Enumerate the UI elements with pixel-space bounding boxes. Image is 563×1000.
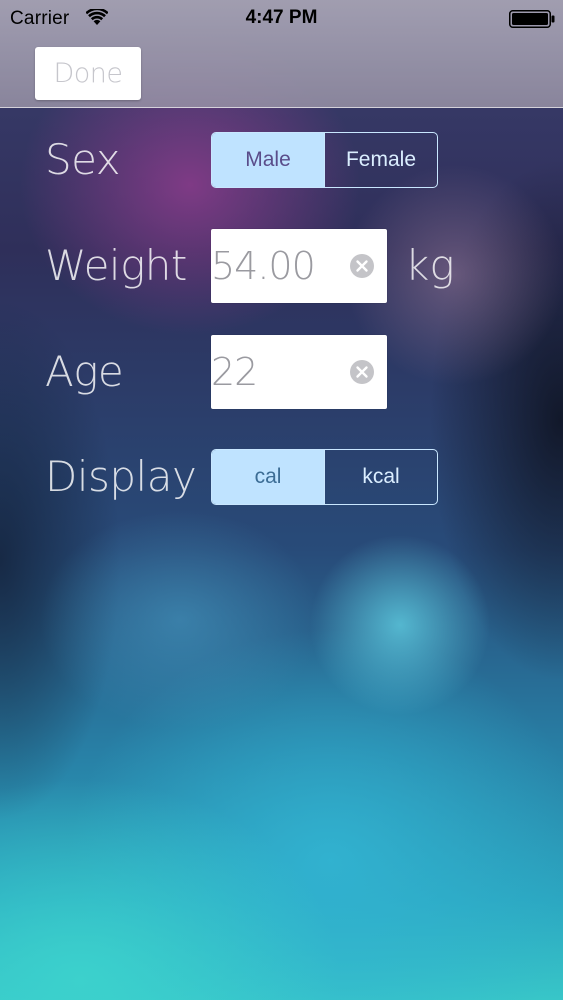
weight-field[interactable]: 54.00 (211, 229, 387, 303)
age-value: 22 (211, 350, 258, 394)
display-option-kcal[interactable]: kcal (324, 450, 437, 504)
battery-icon (509, 10, 555, 28)
display-label: Display (45, 452, 197, 501)
sex-segmented-control: Male Female (211, 132, 438, 188)
status-bar: Carrier 4:47 PM (0, 0, 563, 38)
clear-icon[interactable] (350, 360, 374, 384)
age-label: Age (45, 347, 124, 396)
sex-option-female[interactable]: Female (324, 133, 437, 187)
weight-value: 54.00 (211, 244, 316, 288)
sex-label: Sex (45, 135, 121, 184)
weight-unit-label: kg (405, 241, 455, 290)
clear-icon[interactable] (350, 254, 374, 278)
sex-option-male[interactable]: Male (212, 133, 324, 187)
done-button[interactable]: Done (35, 47, 141, 100)
display-segmented-control: cal kcal (211, 449, 438, 505)
age-field[interactable]: 22 (211, 335, 387, 409)
navigation-bar: Carrier 4:47 PM Done (0, 0, 563, 108)
weight-label: Weight (45, 241, 187, 290)
status-time: 4:47 PM (245, 7, 318, 28)
display-option-cal[interactable]: cal (212, 450, 324, 504)
